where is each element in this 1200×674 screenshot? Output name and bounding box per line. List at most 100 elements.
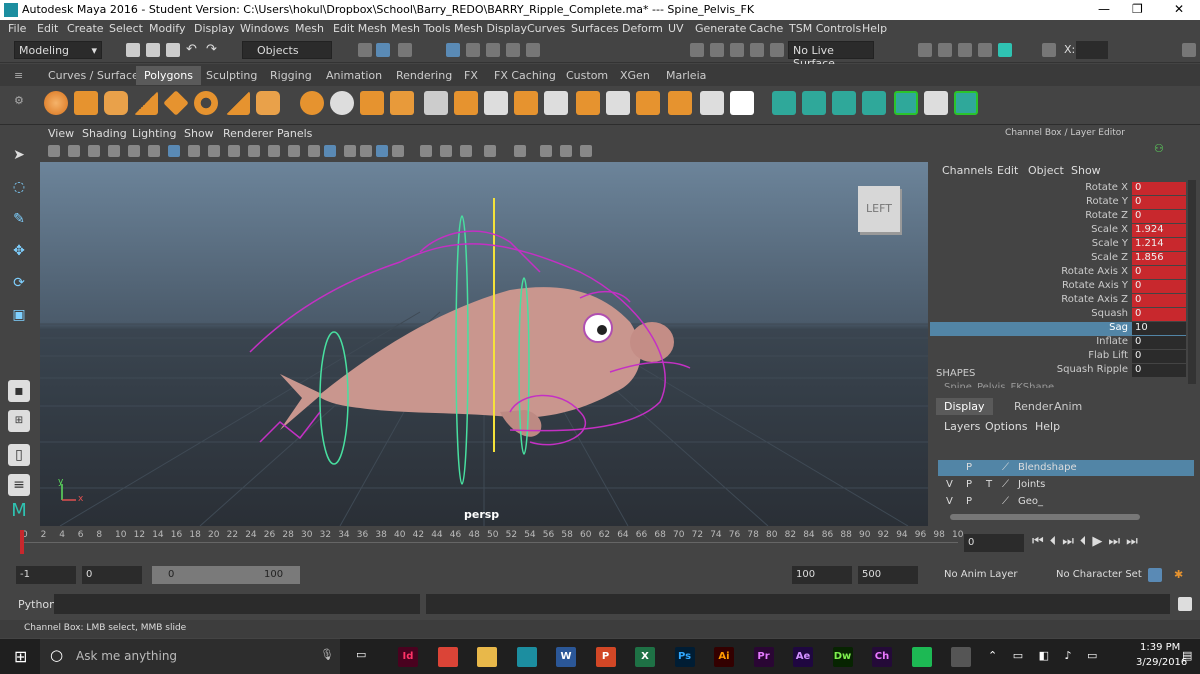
xray-icon[interactable] xyxy=(420,145,432,157)
render-settings-icon[interactable] xyxy=(978,43,992,57)
clock-date[interactable]: 3/29/2016 xyxy=(1136,657,1187,668)
channel-value[interactable]: 0 xyxy=(1132,294,1186,307)
image-plane-icon[interactable] xyxy=(108,145,120,157)
menu-uv[interactable]: UV xyxy=(668,22,684,35)
viewport-menu-shading[interactable]: Shading xyxy=(82,127,127,140)
channel-value[interactable]: 0 xyxy=(1132,350,1186,363)
scale-tool-icon[interactable]: ▣ xyxy=(8,304,30,326)
safe-action-icon[interactable] xyxy=(268,145,280,157)
poly-cone-icon[interactable] xyxy=(134,91,158,115)
rotate-tool-icon[interactable]: ⟳ xyxy=(8,272,30,294)
magnet-icon-3[interactable] xyxy=(730,43,744,57)
channel-value[interactable]: 1.924 xyxy=(1132,224,1186,237)
taskbar-app-icon[interactable] xyxy=(951,647,971,667)
uv-editor-icon[interactable] xyxy=(894,91,918,115)
command-input[interactable] xyxy=(54,594,420,614)
microphone-icon[interactable]: 🎙 xyxy=(320,648,334,661)
fill-hole-icon[interactable] xyxy=(576,91,600,115)
channel-name[interactable]: Squash Ripple xyxy=(1057,364,1128,375)
current-frame-field[interactable]: 0 xyxy=(964,534,1024,552)
viewport-menu-panels[interactable]: Panels xyxy=(277,127,312,140)
channel-value[interactable]: 0 xyxy=(1132,308,1186,321)
layer-color-swatch[interactable]: ⟋ xyxy=(1002,496,1009,507)
shelf-tab-fx-caching[interactable]: FX Caching xyxy=(488,68,562,83)
live-surface-field[interactable]: No Live Surface xyxy=(788,41,874,70)
layer-color-swatch[interactable]: ⟋ xyxy=(1002,462,1009,473)
paint-select-icon[interactable]: ✎ xyxy=(8,208,30,230)
magnet-icon-5[interactable] xyxy=(770,43,784,57)
taskbar-app-icon[interactable]: Dw xyxy=(832,647,853,667)
menu-curves[interactable]: Curves xyxy=(527,22,565,35)
channel-name[interactable]: Inflate xyxy=(1096,336,1128,347)
graph-layout-icon[interactable]: ≡ xyxy=(8,474,30,496)
channel-row[interactable]: Rotate Axis Y 0 xyxy=(930,280,1186,294)
combine-icon[interactable] xyxy=(300,91,324,115)
boolean-icon[interactable] xyxy=(424,91,448,115)
wireframe-on-shaded-icon[interactable] xyxy=(344,145,356,157)
layer-playback-toggle[interactable]: P xyxy=(966,479,972,490)
spherical-uv-icon[interactable] xyxy=(832,91,856,115)
menu-windows[interactable]: Windows xyxy=(240,22,289,35)
layer-name[interactable]: Blendshape xyxy=(1018,462,1077,473)
bookmark-icon[interactable] xyxy=(88,145,100,157)
smooth-icon[interactable] xyxy=(390,91,414,115)
safe-title-icon[interactable] xyxy=(288,145,300,157)
shelf-tab-marleia[interactable]: Marleia xyxy=(660,68,712,83)
select-by-component-icon[interactable] xyxy=(398,43,412,57)
time-track[interactable] xyxy=(20,542,958,557)
script-editor-icon[interactable] xyxy=(1178,597,1192,611)
delete-edge-icon[interactable] xyxy=(730,91,754,115)
outliner-layout-icon[interactable]: ▯ xyxy=(8,444,30,466)
gear-icon[interactable]: ⚙ xyxy=(14,94,24,107)
menu-mesh-display[interactable]: Mesh Display xyxy=(454,22,527,35)
snap-grid-icon[interactable] xyxy=(446,43,460,57)
menu-tsm-controls[interactable]: TSM Controls xyxy=(789,22,861,35)
system-tray-icons[interactable]: ⌃ ▭ ◧ ♪ ▭ xyxy=(988,649,1103,662)
snap-curve-icon[interactable] xyxy=(466,43,480,57)
channel-row[interactable]: Squash 0 xyxy=(930,308,1186,322)
channel-row[interactable]: Rotate X 0 xyxy=(930,182,1186,196)
anim-start-field[interactable]: 0 xyxy=(82,566,142,584)
viewport-menu-lighting[interactable]: Lighting xyxy=(132,127,176,140)
field-chart-icon[interactable] xyxy=(248,145,260,157)
poly-sphere-icon[interactable] xyxy=(44,91,68,115)
channel-row[interactable]: Scale Y 1.214 xyxy=(930,238,1186,252)
taskbar-app-icon[interactable]: Pr xyxy=(753,647,774,667)
shape-name[interactable]: Spine_Pelvis_FKShape xyxy=(944,382,1054,388)
2d-pan-icon[interactable] xyxy=(128,145,140,157)
checker-icon[interactable] xyxy=(924,91,948,115)
channel-value[interactable]: 0 xyxy=(1132,182,1186,195)
layer-row[interactable]: V P ⟋ Geo_ xyxy=(938,494,1194,510)
layer-playback-toggle[interactable]: P xyxy=(966,496,972,507)
layer-template-toggle[interactable]: T xyxy=(986,479,992,490)
shelf-tab-curves-surfaces[interactable]: Curves / Surfaces xyxy=(42,68,151,83)
poly-pyramid-icon[interactable] xyxy=(226,91,250,115)
layer-visibility-toggle[interactable]: V xyxy=(946,479,953,490)
poly-plane-icon[interactable] xyxy=(163,90,189,116)
input-mode-icon[interactable] xyxy=(1042,43,1056,57)
save-scene-icon[interactable] xyxy=(166,43,180,57)
shelf-tab-rigging[interactable]: Rigging xyxy=(264,68,318,83)
time-cursor[interactable] xyxy=(20,530,24,554)
channel-value[interactable]: 0 xyxy=(1132,266,1186,279)
channel-row[interactable]: Rotate Axis Z 0 xyxy=(930,294,1186,308)
time-slider[interactable]: 0 2 4 6 8 10 12 14 16 18 20 22 24 26 28 30 32 34 36 38 40 42 4… xyxy=(0,528,1200,560)
taskbar-app-icon[interactable]: Ps xyxy=(674,647,695,667)
extract-icon[interactable] xyxy=(360,91,384,115)
end-time-field[interactable]: 500 xyxy=(858,566,918,584)
ambient-occlusion-icon[interactable] xyxy=(484,145,496,157)
cylindrical-uv-icon[interactable] xyxy=(802,91,826,115)
shelf-tab-animation[interactable]: Animation xyxy=(320,68,388,83)
channel-name[interactable]: Scale Z xyxy=(1091,252,1128,263)
mode-dropdown[interactable]: Modeling ▾ xyxy=(14,41,102,59)
channel-name[interactable]: Sag xyxy=(1109,322,1128,333)
anim-layer-dropdown[interactable]: No Anim Layer xyxy=(940,566,1040,584)
menu-generate[interactable]: Generate xyxy=(695,22,746,35)
smooth-shade-icon[interactable] xyxy=(324,145,336,157)
automatic-uv-icon[interactable] xyxy=(862,91,886,115)
xray-joints-icon[interactable] xyxy=(440,145,452,157)
taskbar-app-icon[interactable] xyxy=(516,647,537,667)
channel-name[interactable]: Rotate Y xyxy=(1086,196,1128,207)
render-view-icon[interactable] xyxy=(918,43,932,57)
channel-box-settings-icon[interactable]: ⚇ xyxy=(1154,142,1164,155)
